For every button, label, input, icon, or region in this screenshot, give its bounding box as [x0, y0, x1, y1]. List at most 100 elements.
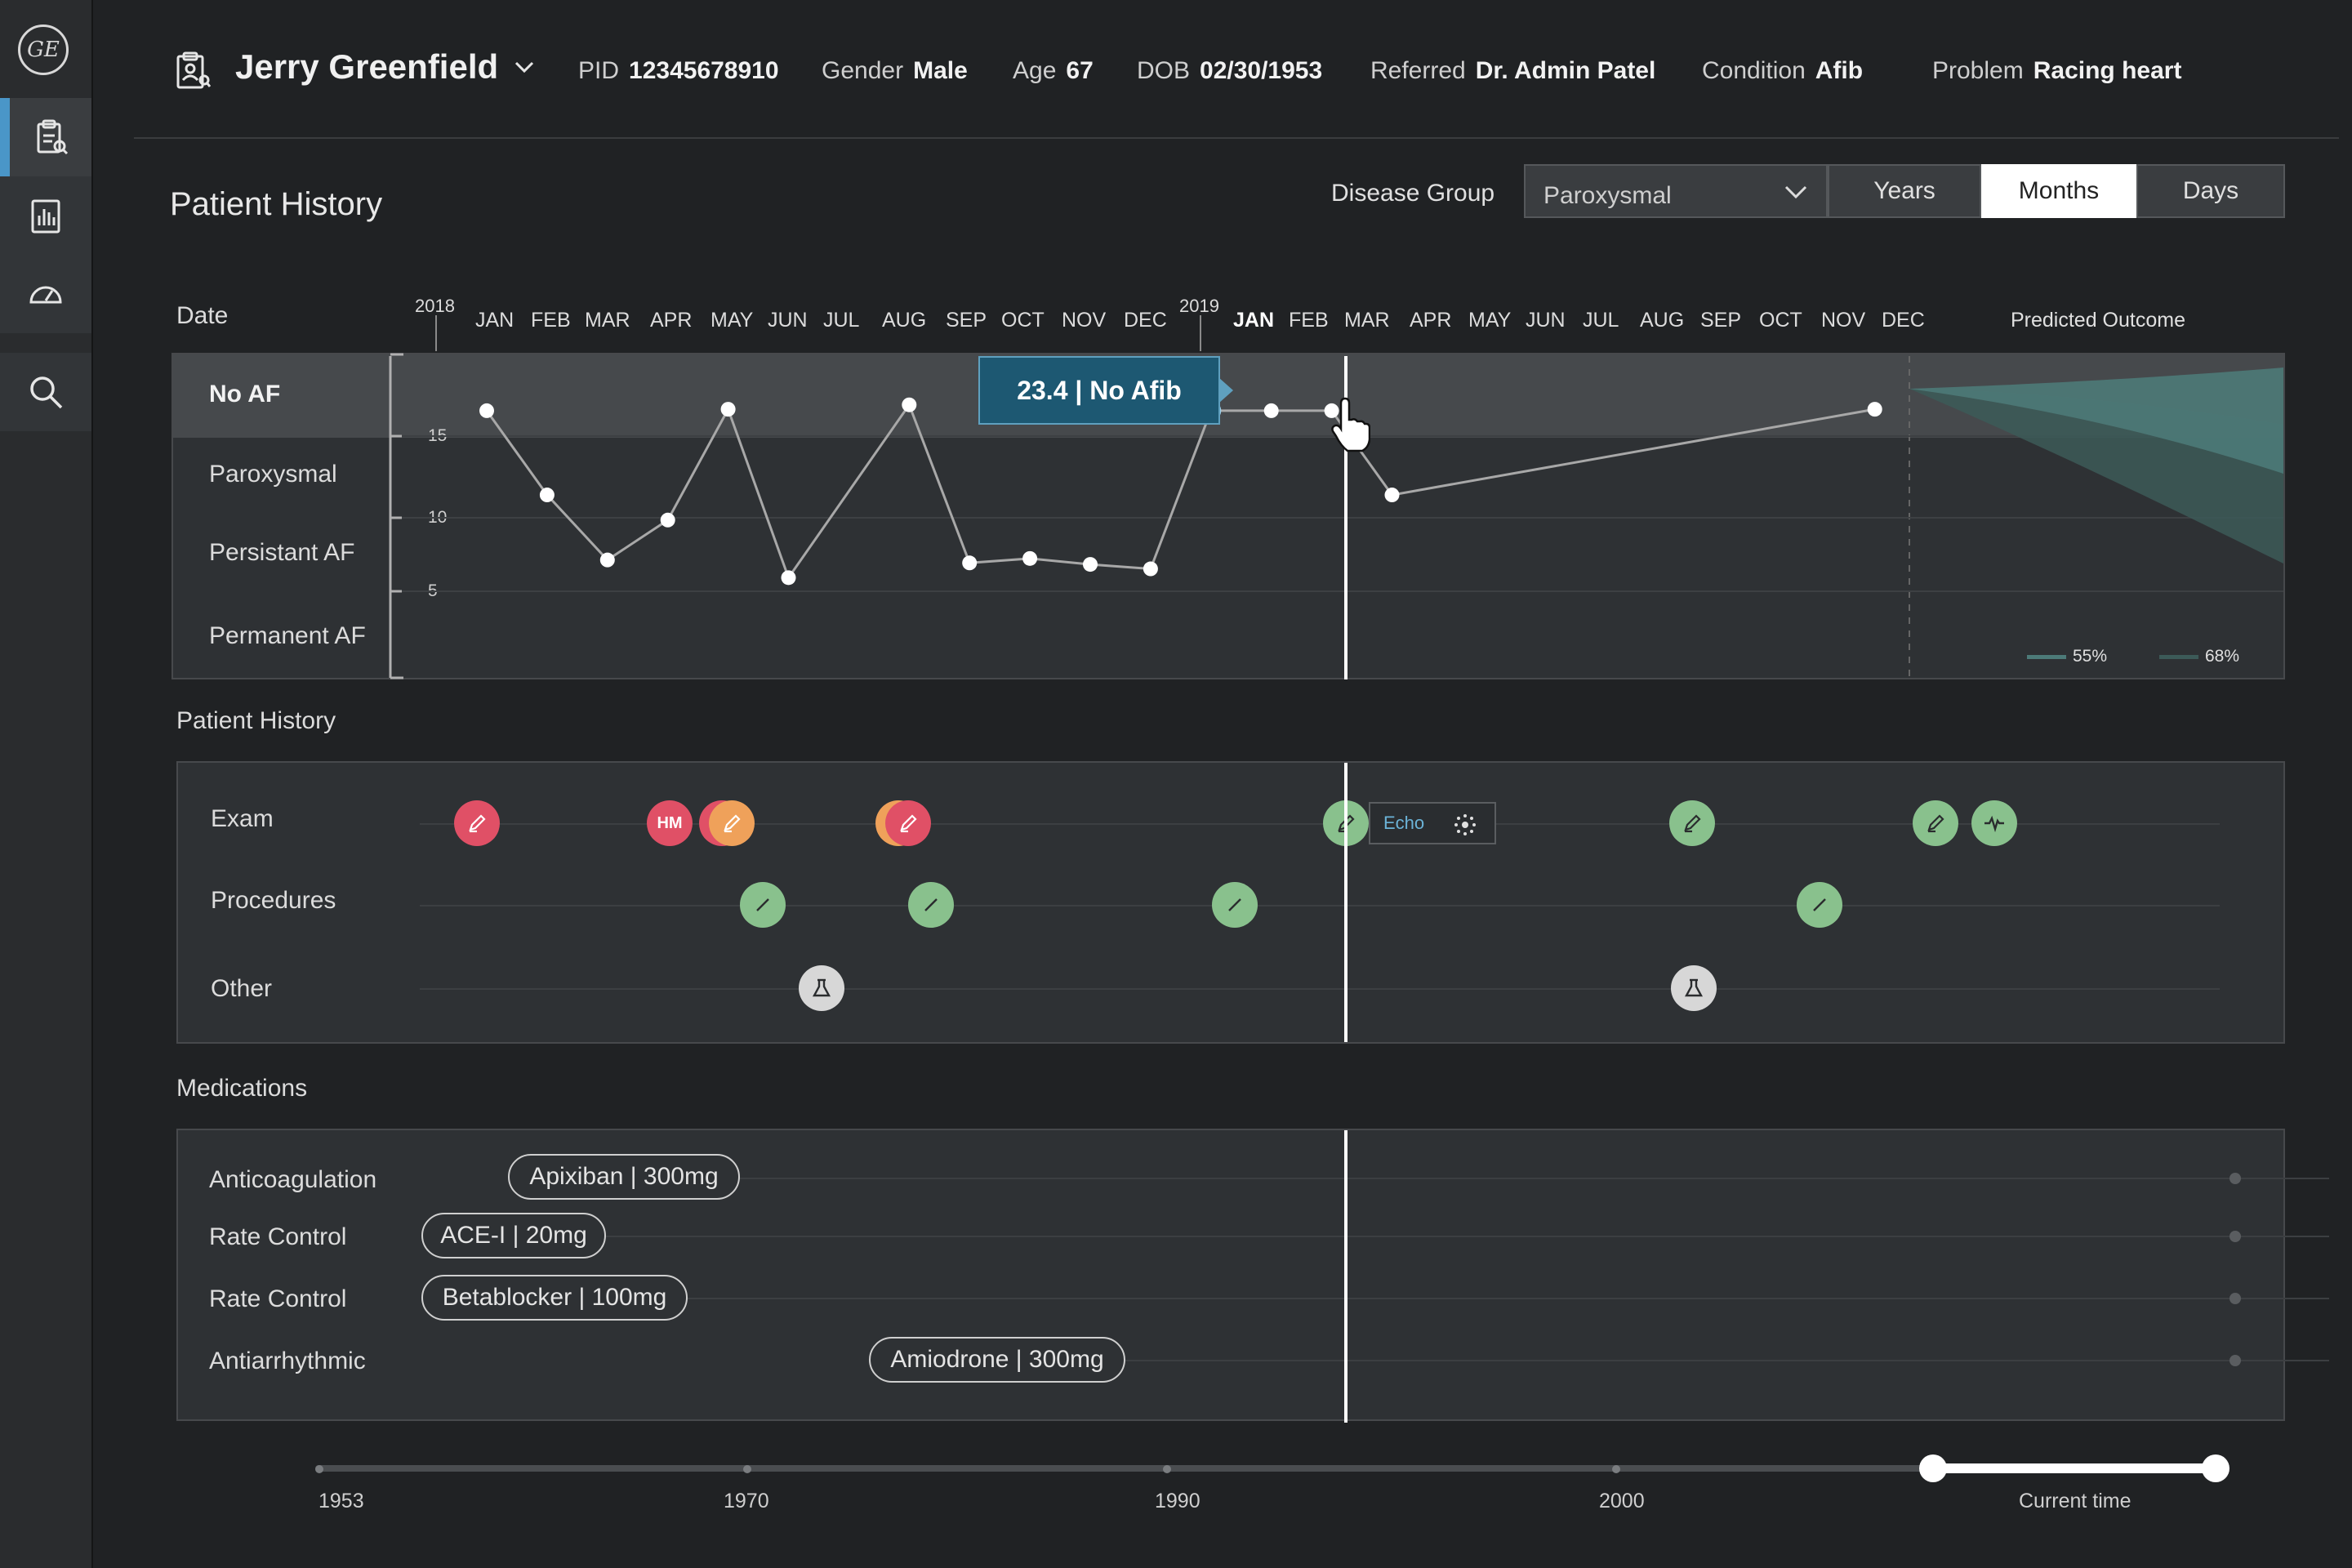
scalpel-icon: [1228, 898, 1241, 911]
timeline-label-2000: 2000: [1599, 1490, 1645, 1512]
med-row-label: Antiarrhythmic: [209, 1348, 366, 1374]
hand-cursor-icon: [1331, 397, 1370, 452]
prediction-bands: [1909, 368, 2283, 564]
ecg-exam-event[interactable]: [1971, 800, 2017, 846]
history-series: [479, 397, 1882, 586]
pen-icon: [1684, 814, 1701, 833]
sidebar-item-reports[interactable]: [0, 176, 91, 255]
scalpel-icon: [1813, 898, 1826, 911]
medication-pill-betablocker[interactable]: Betablocker | 100mg: [421, 1275, 688, 1321]
med-end-marker: [2230, 1293, 2241, 1304]
hm-exam-event[interactable]: HM: [647, 800, 693, 846]
data-point[interactable]: [479, 403, 494, 418]
range-start-handle[interactable]: [1919, 1454, 1947, 1482]
legend-68: 68%: [2159, 647, 2239, 666]
data-point[interactable]: [1263, 403, 1279, 418]
scalpel-icon: [756, 898, 769, 911]
range-end-handle[interactable]: [2202, 1454, 2230, 1482]
timeline-label-1970: 1970: [724, 1490, 769, 1512]
med-end-marker: [2230, 1231, 2241, 1242]
lab-event[interactable]: [799, 965, 844, 1011]
sidebar-item-patient-records[interactable]: [0, 98, 91, 176]
data-point[interactable]: [539, 488, 555, 503]
med-row-label: Anticoagulation: [209, 1166, 377, 1193]
data-point[interactable]: [962, 555, 978, 571]
row-exam: Exam: [211, 805, 274, 832]
echo-label: Echo: [1383, 813, 1425, 833]
timeline-tick: [315, 1465, 323, 1473]
data-tooltip: 23.4 | No Afib: [978, 356, 1220, 425]
timeline-label-current-time: Current time: [2019, 1490, 2132, 1512]
procedure-event[interactable]: [1212, 882, 1258, 928]
pen-icon: [900, 814, 917, 833]
procedure-event[interactable]: [908, 882, 954, 928]
main-content: Jerry Greenfield PID 12345678910 Gender Ma…: [93, 0, 2341, 1568]
data-point[interactable]: [720, 402, 736, 417]
other-track: [420, 988, 2220, 990]
events-title: Patient History: [176, 707, 336, 734]
scalpel-icon: [924, 898, 938, 911]
search-icon: [30, 376, 63, 409]
legend-55: 55%: [2027, 647, 2107, 666]
med-end-marker: [2230, 1355, 2241, 1366]
clipboard-icon: [37, 119, 69, 155]
med-track: [684, 1298, 2329, 1299]
series-line: [485, 402, 1875, 581]
flask-icon: [1684, 978, 1704, 997]
pen-icon: [1927, 814, 1944, 833]
med-track: [1125, 1360, 2329, 1361]
procedures-track: [420, 905, 2220, 906]
row-procedures: Procedures: [211, 887, 336, 914]
data-point[interactable]: [1143, 561, 1158, 577]
timeline-label-1953: 1953: [318, 1490, 364, 1512]
gauge-icon: [29, 286, 62, 304]
exam-event[interactable]: [709, 800, 755, 846]
ge-logo: GE: [18, 24, 69, 75]
chart-grid: [390, 434, 2283, 593]
data-point[interactable]: [902, 397, 917, 412]
data-point[interactable]: [781, 570, 796, 586]
exam-event[interactable]: [885, 800, 931, 846]
hm-text: HM: [657, 813, 683, 832]
lab-event[interactable]: [1671, 965, 1717, 1011]
exam-event[interactable]: [1913, 800, 1958, 846]
med-track: [603, 1236, 2329, 1237]
report-chart-icon: [31, 199, 60, 234]
current-date-cursor-events: [1344, 763, 1348, 1042]
pen-icon: [724, 814, 741, 833]
legend-swatch-55: [2027, 654, 2066, 659]
med-end-marker: [2230, 1173, 2241, 1184]
timeline-label-1990: 1990: [1155, 1490, 1200, 1512]
sidebar-item-search[interactable]: [0, 353, 91, 431]
sparkle-icon: [1454, 814, 1476, 835]
data-point[interactable]: [1384, 488, 1400, 503]
sidebar: GE: [0, 0, 93, 1568]
flask-icon: [812, 978, 831, 997]
procedure-event[interactable]: [740, 882, 786, 928]
medication-pill-amiodrone[interactable]: Amiodrone | 300mg: [869, 1337, 1125, 1383]
row-other: Other: [211, 975, 273, 1002]
exam-event[interactable]: [1669, 800, 1715, 846]
logo-text: GE: [27, 38, 60, 62]
echo-tooltip[interactable]: Echo: [1369, 802, 1496, 844]
timeline-tick: [743, 1465, 751, 1473]
med-track: [738, 1178, 2329, 1179]
timeline-tick: [1612, 1465, 1620, 1473]
medications-title: Medications: [176, 1075, 308, 1102]
heartbeat-icon: [1984, 815, 2004, 833]
exam-event[interactable]: [454, 800, 500, 846]
data-point[interactable]: [599, 552, 615, 568]
data-point[interactable]: [1083, 557, 1098, 572]
data-point[interactable]: [660, 512, 675, 528]
medication-pill-apixiban[interactable]: Apixiban | 300mg: [508, 1154, 740, 1200]
data-point[interactable]: [1867, 402, 1882, 417]
sidebar-item-dashboard[interactable]: [0, 255, 91, 333]
med-row-label: Rate Control: [209, 1285, 347, 1312]
data-point[interactable]: [1022, 550, 1038, 566]
medication-pill-ace-i[interactable]: ACE-I | 20mg: [421, 1213, 606, 1258]
legend-swatch-68: [2159, 654, 2198, 659]
tooltip-arrow: [1218, 377, 1233, 403]
procedure-event[interactable]: [1797, 882, 1842, 928]
time-range-selection[interactable]: [1934, 1463, 2220, 1473]
med-row-label: Rate Control: [209, 1223, 347, 1250]
